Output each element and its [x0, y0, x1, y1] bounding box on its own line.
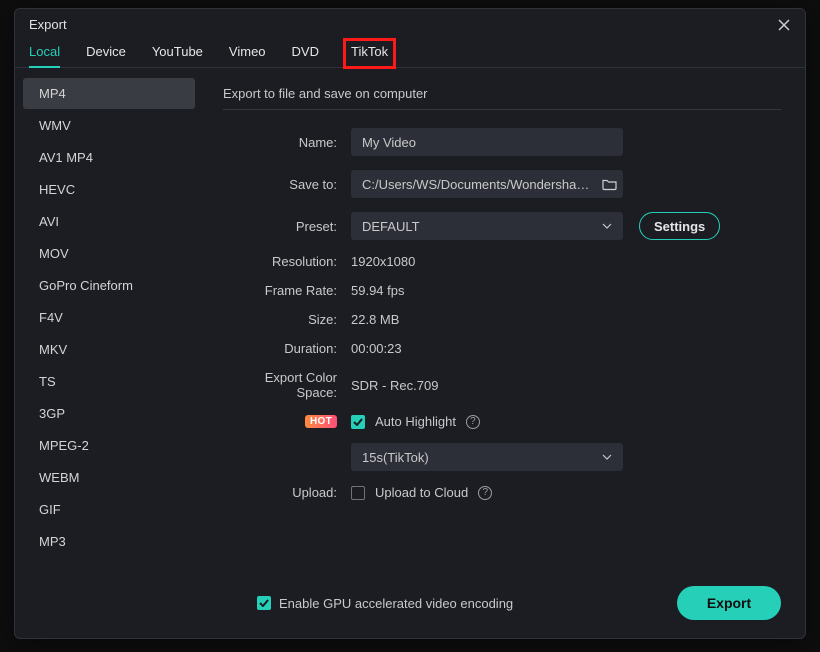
- export-button[interactable]: Export: [677, 586, 781, 620]
- upload-cloud-checkbox[interactable]: [351, 486, 365, 500]
- tab-tiktok[interactable]: TikTok: [345, 40, 394, 67]
- format-sidebar: MP4 WMV AV1 MP4 HEVC AVI MOV GoPro Cinef…: [15, 68, 203, 574]
- sidebar-item-avi[interactable]: AVI: [23, 206, 195, 237]
- section-heading: Export to file and save on computer: [223, 86, 781, 110]
- tab-vimeo[interactable]: Vimeo: [229, 44, 266, 67]
- preset-label: Preset:: [223, 219, 351, 234]
- help-icon[interactable]: ?: [478, 486, 492, 500]
- resolution-value: 1920x1080: [351, 254, 415, 269]
- chevron-down-icon: [602, 223, 612, 229]
- size-value: 22.8 MB: [351, 312, 399, 327]
- tab-dvd[interactable]: DVD: [292, 44, 319, 67]
- titlebar: Export: [15, 9, 805, 34]
- sidebar-item-webm[interactable]: WEBM: [23, 462, 195, 493]
- sidebar-item-3gp[interactable]: 3GP: [23, 398, 195, 429]
- frame-rate-label: Frame Rate:: [223, 283, 351, 298]
- duration-value: 00:00:23: [351, 341, 402, 356]
- highlight-preset-select[interactable]: 15s(TikTok): [351, 443, 623, 471]
- name-label: Name:: [223, 135, 351, 150]
- sidebar-item-av1mp4[interactable]: AV1 MP4: [23, 142, 195, 173]
- sidebar-item-wmv[interactable]: WMV: [23, 110, 195, 141]
- tab-youtube[interactable]: YouTube: [152, 44, 203, 67]
- upload-cloud-label: Upload to Cloud: [375, 485, 468, 500]
- export-dialog: Export Local Device YouTube Vimeo DVD Ti…: [14, 8, 806, 639]
- auto-highlight-label: Auto Highlight: [375, 414, 456, 429]
- name-input[interactable]: [351, 128, 623, 156]
- tab-local[interactable]: Local: [29, 44, 60, 67]
- sidebar-item-hevc[interactable]: HEVC: [23, 174, 195, 205]
- size-label: Size:: [223, 312, 351, 327]
- sidebar-item-gopro[interactable]: GoPro Cineform: [23, 270, 195, 301]
- auto-highlight-checkbox[interactable]: [351, 415, 365, 429]
- sidebar-item-mov[interactable]: MOV: [23, 238, 195, 269]
- gpu-label: Enable GPU accelerated video encoding: [279, 596, 513, 611]
- sidebar-item-mp4[interactable]: MP4: [23, 78, 195, 109]
- frame-rate-value: 59.94 fps: [351, 283, 405, 298]
- color-space-value: SDR - Rec.709: [351, 378, 438, 393]
- sidebar-item-mp3[interactable]: MP3: [23, 526, 195, 557]
- preset-value: DEFAULT: [362, 219, 420, 234]
- save-to-input[interactable]: [351, 170, 623, 198]
- sidebar-item-gif[interactable]: GIF: [23, 494, 195, 525]
- preset-select[interactable]: DEFAULT: [351, 212, 623, 240]
- dialog-title: Export: [29, 17, 67, 32]
- sidebar-item-ts[interactable]: TS: [23, 366, 195, 397]
- sidebar-item-mkv[interactable]: MKV: [23, 334, 195, 365]
- duration-label: Duration:: [223, 341, 351, 356]
- sidebar-item-f4v[interactable]: F4V: [23, 302, 195, 333]
- export-form: Export to file and save on computer Name…: [203, 68, 805, 574]
- tab-device[interactable]: Device: [86, 44, 126, 67]
- chevron-down-icon: [602, 454, 612, 460]
- save-to-label: Save to:: [223, 177, 351, 192]
- gpu-checkbox[interactable]: [257, 596, 271, 610]
- export-tabs: Local Device YouTube Vimeo DVD TikTok: [15, 34, 805, 68]
- resolution-label: Resolution:: [223, 254, 351, 269]
- hot-badge: HOT: [305, 415, 337, 428]
- folder-icon[interactable]: [602, 178, 617, 191]
- close-icon[interactable]: [777, 18, 791, 32]
- color-space-label: Export Color Space:: [223, 370, 351, 400]
- sidebar-item-mpeg2[interactable]: MPEG-2: [23, 430, 195, 461]
- dialog-footer: Enable GPU accelerated video encoding Ex…: [15, 574, 805, 638]
- upload-label: Upload:: [223, 485, 351, 500]
- settings-button[interactable]: Settings: [639, 212, 720, 240]
- highlight-preset-value: 15s(TikTok): [362, 450, 429, 465]
- help-icon[interactable]: ?: [466, 415, 480, 429]
